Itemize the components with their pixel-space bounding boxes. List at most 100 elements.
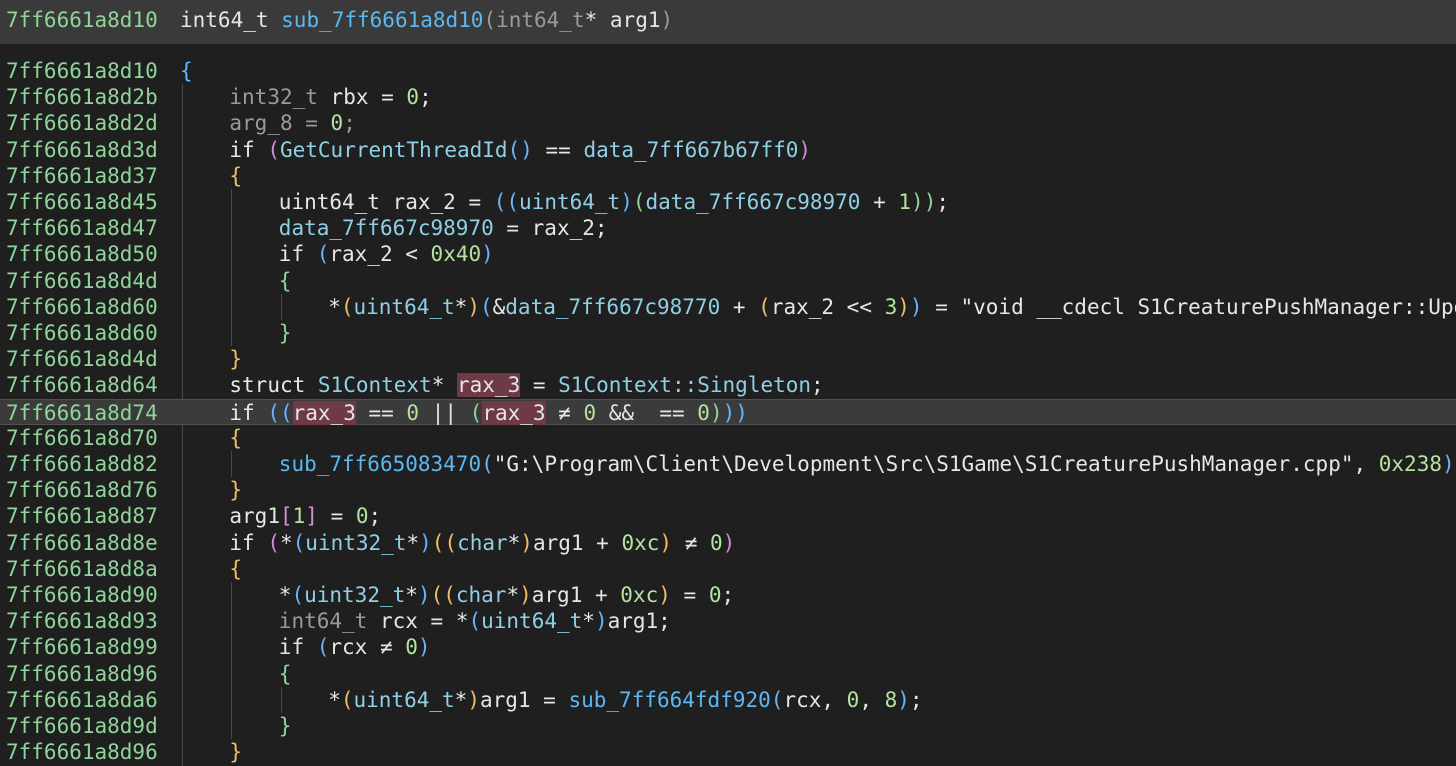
code-line[interactable]: 7ff6661a8d10 { — [0, 58, 1456, 84]
code-token[interactable]: { — [279, 662, 292, 686]
line-code[interactable]: data_7ff667c98970 = rax_2; — [279, 215, 608, 241]
code-token[interactable]: S1Context — [318, 373, 432, 397]
code-token[interactable]: 0 — [331, 111, 344, 135]
line-code[interactable]: *(uint32_t*)((char*)arg1 + 0xc) = 0; — [279, 582, 734, 608]
function-signature[interactable]: int64_t sub_7ff6661a8d10(int64_t* arg1) — [180, 5, 673, 35]
code-token[interactable]: arg1; — [608, 609, 671, 633]
code-token[interactable]: , — [859, 688, 884, 712]
code-line-current[interactable]: 7ff6661a8d74 if ((rax_3 == 0 || (rax_3 ≠ … — [0, 398, 1456, 425]
line-address[interactable]: 7ff6661a8d2d — [6, 110, 158, 136]
code-token[interactable]: ) — [910, 295, 923, 319]
code-token[interactable]: ; — [721, 583, 734, 607]
code-token[interactable]: ) — [418, 583, 431, 607]
line-code[interactable]: int64_t rcx = *(uint64_t*)arg1; — [279, 608, 671, 634]
highlighted-token[interactable]: rax_3 — [292, 400, 356, 425]
code-token[interactable]: data_7ff667c98970 — [279, 216, 494, 240]
line-code[interactable]: sub_7ff665083470("G:\Program\Client\Deve… — [279, 451, 1456, 477]
code-token[interactable]: 0x40 — [431, 242, 482, 266]
code-token[interactable]: ] — [305, 504, 318, 528]
code-token[interactable]: arg1 + — [532, 583, 621, 607]
code-token[interactable]: ≠ — [672, 531, 710, 555]
line-address[interactable]: 7ff6661a8d3d — [6, 137, 158, 163]
code-line[interactable]: 7ff6661a8d47 data_7ff667c98970 = rax_2; — [0, 215, 1456, 241]
code-line[interactable]: 7ff6661a8d9d} — [0, 713, 1456, 739]
code-token[interactable]: * — [582, 609, 595, 633]
code-line[interactable]: 7ff6661a8d50 if (rax_2 < 0x40) — [0, 241, 1456, 267]
code-line[interactable]: 7ff6661a8d2d arg_8 = 0; — [0, 110, 1456, 136]
code-token[interactable]: ) — [519, 583, 532, 607]
line-code[interactable]: *(uint64_t*)(&data_7ff667c98770 + (rax_2… — [328, 294, 1456, 320]
code-token[interactable]: 0xc — [620, 583, 658, 607]
code-token[interactable]: & — [493, 295, 506, 319]
code-token[interactable]: ( — [267, 531, 280, 555]
line-address[interactable]: 7ff6661a8da6 — [6, 687, 158, 713]
code-token[interactable]: { — [229, 164, 242, 188]
code-token[interactable]: ) — [481, 242, 494, 266]
code-token[interactable]: rax_2 << — [771, 295, 885, 319]
code-token[interactable]: struct — [229, 373, 318, 397]
highlighted-token[interactable]: rax_3 — [457, 373, 521, 398]
code-token[interactable]: ; — [811, 373, 824, 397]
code-line[interactable]: 7ff6661a8d87 arg1[1] = 0; — [0, 503, 1456, 529]
code-token[interactable]: * — [432, 373, 457, 397]
code-token[interactable]: ( — [758, 295, 771, 319]
code-line[interactable]: 7ff6661a8d4d} — [0, 346, 1456, 372]
code-token[interactable]: ( — [317, 635, 330, 659]
code-token[interactable]: { — [229, 557, 242, 581]
code-line[interactable]: 7ff6661a8d70 { — [0, 425, 1456, 451]
code-line[interactable]: 7ff6661a8d2b int32_t rbx = 0; — [0, 84, 1456, 110]
code-token[interactable]: ) — [620, 190, 633, 214]
code-line[interactable]: 7ff6661a8d8e if (*(uint32_t*)((char*)arg1… — [0, 530, 1456, 556]
code-token[interactable]: 0 — [583, 401, 596, 425]
code-line[interactable]: 7ff6661a8d93 int64_t rcx = *(uint64_t*)ar… — [0, 608, 1456, 634]
code-token[interactable]: ) — [710, 401, 723, 425]
code-token[interactable]: ( — [293, 531, 306, 555]
code-token[interactable]: uint32_t — [305, 531, 406, 555]
line-code[interactable]: if (*(uint32_t*)((char*)arg1 + 0xc) ≠ 0) — [229, 530, 735, 556]
code-token[interactable]: if — [279, 242, 317, 266]
line-code[interactable]: *(uint64_t*)arg1 = sub_7ff664fdf920(rcx,… — [328, 687, 922, 713]
highlighted-token[interactable]: rax_3 — [482, 400, 546, 425]
code-line[interactable]: 7ff6661a8d96 { — [0, 661, 1456, 687]
code-token[interactable]: ( — [468, 609, 481, 633]
code-token[interactable]: ( — [317, 242, 330, 266]
code-token[interactable]: 0 — [847, 688, 860, 712]
line-address[interactable]: 7ff6661a8d8a — [6, 556, 158, 582]
line-code[interactable]: { — [229, 425, 242, 451]
code-token[interactable]: sub_7ff665083470 — [279, 452, 481, 476]
code-token[interactable]: uint32_t — [304, 583, 405, 607]
code-token[interactable]: 0 — [710, 531, 723, 555]
line-address[interactable]: 7ff6661a8d4d — [6, 346, 158, 372]
code-token[interactable]: char — [456, 583, 507, 607]
code-token[interactable]: 0 — [405, 635, 418, 659]
code-token[interactable]: ) — [659, 531, 672, 555]
code-line[interactable]: 7ff6661a8d76} — [0, 477, 1456, 503]
code-token[interactable]: arg_8 = — [229, 111, 330, 135]
code-token[interactable]: (( — [494, 190, 519, 214]
code-line[interactable]: 7ff6661a8d82 sub_7ff665083470("G:\Program… — [0, 451, 1456, 477]
code-token[interactable]: rcx, — [783, 688, 846, 712]
code-token[interactable]: GetCurrentThreadId — [280, 138, 508, 162]
code-token[interactable]: = "void __cdecl S1CreaturePushManager::U… — [923, 295, 1456, 319]
line-address[interactable]: 7ff6661a8d37 — [6, 163, 158, 189]
code-token[interactable]: = rax_2; — [494, 216, 607, 240]
code-token[interactable]: sub_7ff6661a8d10 — [281, 8, 483, 32]
line-address[interactable]: 7ff6661a8d64 — [6, 372, 158, 398]
line-code[interactable]: } — [279, 713, 292, 739]
line-address[interactable]: 7ff6661a8d2b — [6, 84, 158, 110]
code-token[interactable]: if — [229, 401, 267, 425]
code-token[interactable]: int64_t — [279, 609, 368, 633]
code-token[interactable]: 0x238 — [1379, 452, 1442, 476]
code-token[interactable]: ( — [267, 138, 280, 162]
line-address[interactable]: 7ff6661a8d90 — [6, 582, 158, 608]
code-token[interactable]: rax_2 = — [380, 190, 494, 214]
code-token[interactable]: 0 — [406, 85, 419, 109]
code-token[interactable]: { — [229, 426, 242, 450]
code-token[interactable]: } — [279, 321, 292, 345]
code-token[interactable]: } — [229, 740, 242, 764]
code-token[interactable]: uint64_t — [279, 190, 380, 214]
line-code[interactable]: arg1[1] = 0; — [229, 503, 381, 529]
code-line[interactable]: 7ff6661a8d64 struct S1Context* rax_3 = S1… — [0, 372, 1456, 398]
code-token[interactable]: * — [455, 295, 468, 319]
code-token[interactable]: * — [279, 583, 292, 607]
